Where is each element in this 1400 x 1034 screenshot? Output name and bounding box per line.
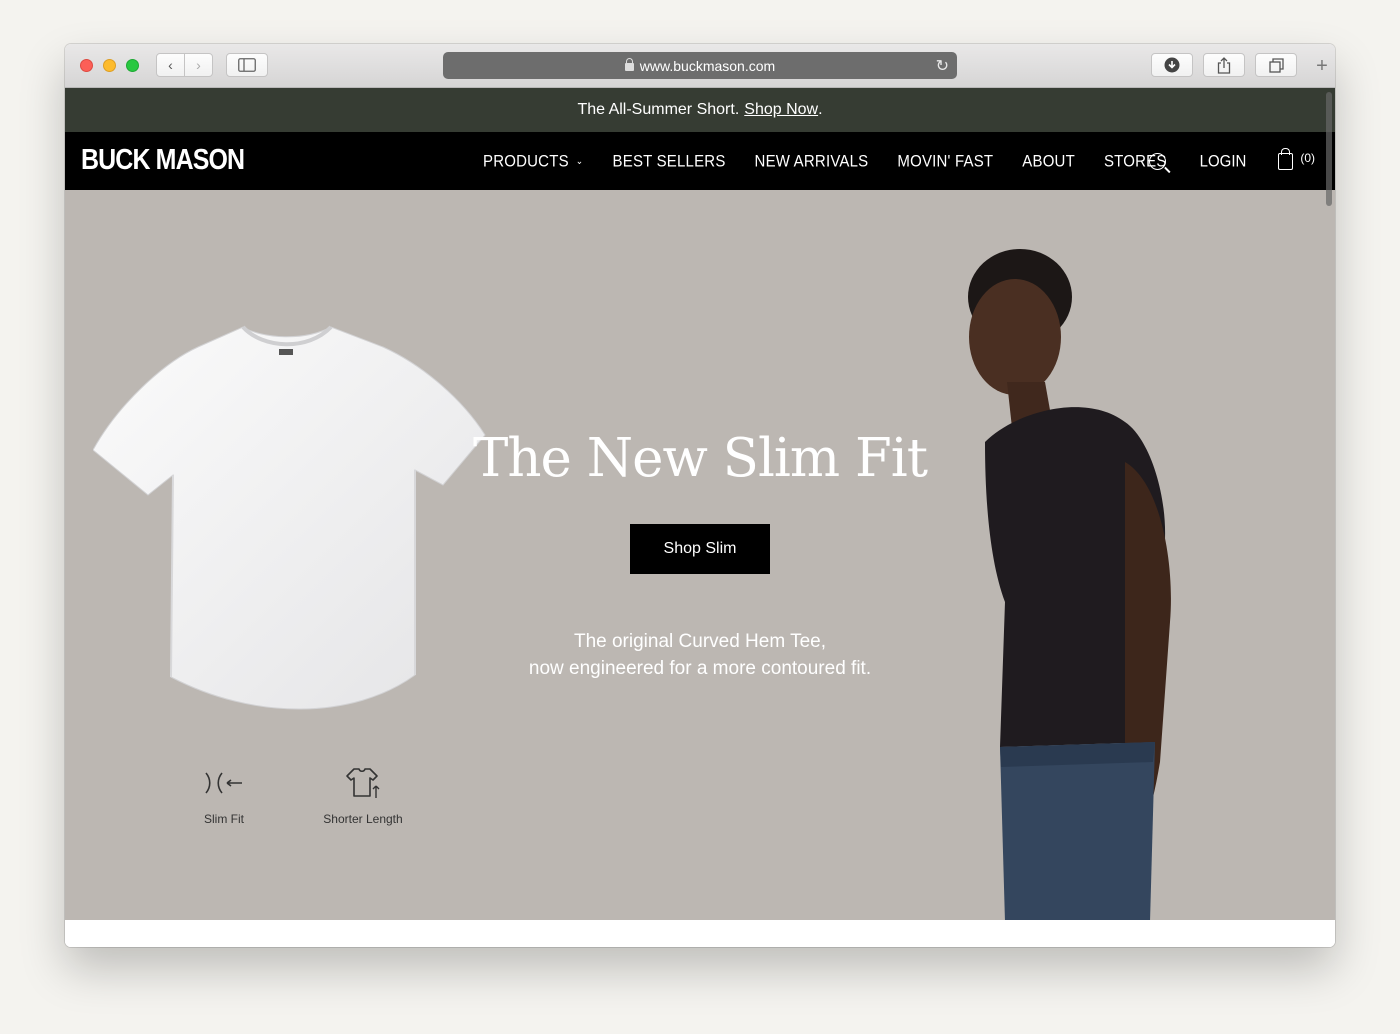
cart-count[interactable]: (0) <box>1300 151 1315 165</box>
page-section-divider <box>65 920 1335 947</box>
tshirt-image <box>93 325 486 710</box>
web-page: The All-Summer Short. Shop Now. BUCK MAS… <box>65 88 1335 947</box>
shopping-bag-icon[interactable] <box>1278 147 1294 170</box>
address-bar[interactable]: www.buckmason.com ↻ <box>443 52 957 79</box>
hero-subtitle-line-2: now engineered for a more contoured fit. <box>528 658 872 679</box>
chevron-left-icon: ‹ <box>168 57 173 73</box>
zoom-window-button[interactable] <box>126 59 139 72</box>
promo-shop-now-link[interactable]: Shop Now <box>744 101 818 119</box>
feature-label: Shorter Length <box>323 812 403 826</box>
hero-subtitle: The original Curved Hem Tee, now enginee… <box>450 628 950 682</box>
download-icon <box>1164 57 1180 73</box>
minimize-window-button[interactable] <box>103 59 116 72</box>
reload-icon[interactable]: ↻ <box>936 56 949 76</box>
brand-logo[interactable]: BUCK MASON <box>81 144 245 177</box>
page-scrollbar[interactable] <box>1326 92 1332 206</box>
feature-slim-fit: Slim Fit <box>193 766 255 826</box>
login-link[interactable]: LOGIN <box>1200 152 1247 170</box>
tabs-icon <box>1268 57 1284 73</box>
url-text: www.buckmason.com <box>639 57 776 74</box>
nav-menu: PRODUCTS ⌄ BEST SELLERS NEW ARRIVALS MOV… <box>483 132 1196 190</box>
tab-overview-button[interactable] <box>1255 53 1297 77</box>
chevron-right-icon: › <box>196 57 201 73</box>
forward-button[interactable]: › <box>184 53 213 77</box>
promo-text: The All-Summer Short. <box>577 101 740 118</box>
sidebar-toggle-button[interactable] <box>226 53 268 77</box>
share-button[interactable] <box>1203 53 1245 77</box>
nav-item-movin-fast[interactable]: MOVIN' FAST <box>897 152 993 170</box>
nav-utilities: LOGIN (0) <box>1148 132 1315 190</box>
new-tab-button[interactable]: + <box>1309 53 1335 79</box>
downloads-button[interactable] <box>1151 53 1193 77</box>
chevron-down-icon: ⌄ <box>575 155 584 166</box>
lock-icon <box>624 57 634 71</box>
shorter-length-icon <box>320 766 406 800</box>
hero-title-text: The New Slim Fit <box>473 428 928 489</box>
hero-title: The New Slim Fit <box>65 428 1335 489</box>
back-button[interactable]: ‹ <box>156 53 185 77</box>
main-nav: BUCK MASON PRODUCTS ⌄ BEST SELLERS NEW A… <box>65 132 1335 190</box>
close-window-button[interactable] <box>80 59 93 72</box>
share-icon <box>1217 56 1231 74</box>
nav-item-best-sellers[interactable]: BEST SELLERS <box>613 152 726 170</box>
browser-toolbar: ‹ › www.buckmason.com ↻ + <box>65 44 1335 88</box>
plus-icon: + <box>1316 54 1328 77</box>
nav-item-new-arrivals[interactable]: NEW ARRIVALS <box>755 152 869 170</box>
feature-shorter-length: Shorter Length <box>320 766 406 826</box>
shop-slim-button[interactable]: Shop Slim <box>630 524 770 574</box>
nav-item-label: PRODUCTS <box>483 151 569 171</box>
hero-banner: The New Slim Fit Shop Slim The original … <box>65 190 1335 920</box>
slim-fit-icon <box>193 766 255 800</box>
sidebar-icon <box>238 58 256 72</box>
browser-window: ‹ › www.buckmason.com ↻ + The All-Summer… <box>65 44 1335 947</box>
promo-banner: The All-Summer Short. Shop Now. <box>65 88 1335 132</box>
nav-item-products[interactable]: PRODUCTS ⌄ <box>483 152 584 170</box>
feature-label: Slim Fit <box>204 812 244 826</box>
search-icon[interactable] <box>1148 152 1166 170</box>
hero-subtitle-line-1: The original Curved Hem Tee, <box>573 631 827 652</box>
promo-period: . <box>818 101 823 118</box>
nav-item-about[interactable]: ABOUT <box>1022 152 1075 170</box>
model-image <box>968 249 1171 920</box>
